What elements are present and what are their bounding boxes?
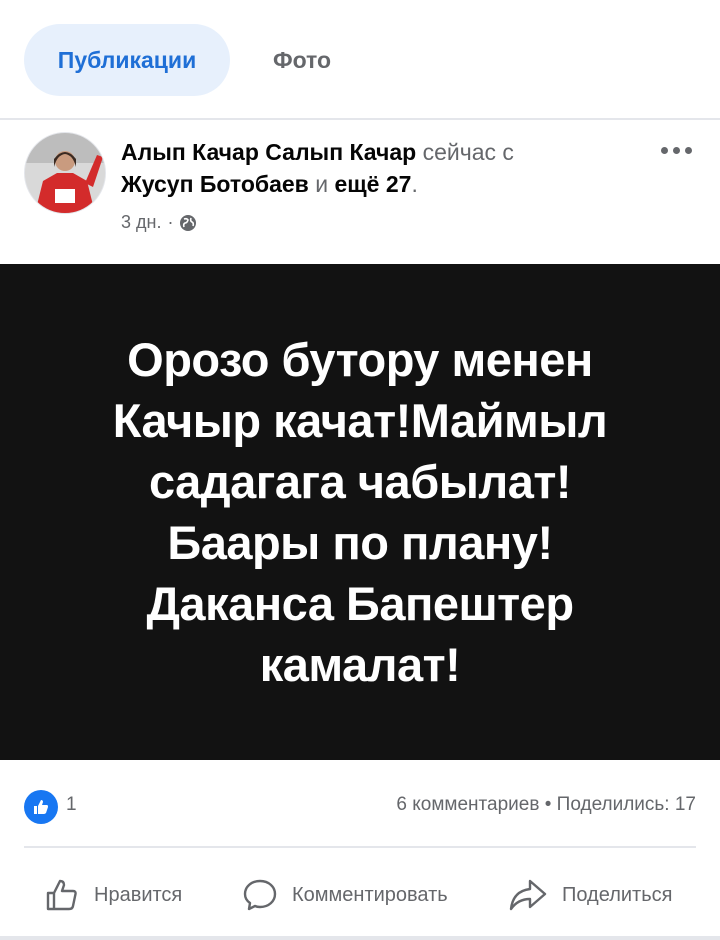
- divider: [24, 846, 696, 848]
- post-header: Алып Качар Салып Качар сейчас с Жусуп Бо…: [121, 136, 621, 200]
- post-actions: Нравится Комментировать Поделиться: [0, 860, 720, 930]
- share-button[interactable]: Поделиться: [508, 860, 672, 930]
- post-stats: 1 6 комментариев • Поделились: 17: [0, 780, 720, 832]
- image-text-line: Баары по плану!: [167, 516, 553, 569]
- author-name[interactable]: Алып Качар Салып Качар: [121, 139, 416, 165]
- post-time[interactable]: 3 дн.: [121, 212, 161, 233]
- tagged-person[interactable]: Жусуп Ботобаев: [121, 171, 309, 197]
- comment-label: Комментировать: [292, 883, 448, 906]
- image-text-line: камалат!: [259, 638, 461, 691]
- post-meta: 3 дн. ·: [121, 212, 197, 233]
- thumbs-up-outline-icon: [46, 879, 77, 911]
- divider: [0, 936, 720, 940]
- comments-shares: 6 комментариев • Поделились: 17: [396, 794, 696, 816]
- and-text: и: [315, 171, 329, 197]
- comment-button[interactable]: Комментировать: [242, 860, 448, 930]
- share-arrow-icon: [509, 879, 547, 911]
- like-label: Нравится: [94, 883, 183, 906]
- comment-bubble-icon: [243, 879, 277, 911]
- tagged-others[interactable]: ещё 27: [334, 171, 411, 197]
- globe-icon: [180, 214, 197, 231]
- period: .: [411, 171, 418, 197]
- comments-count[interactable]: 6 комментариев: [396, 794, 539, 815]
- image-text-line: Орозо бутору менен: [127, 333, 593, 386]
- with-text: сейчас с: [422, 139, 514, 165]
- dot: [660, 146, 668, 154]
- avatar[interactable]: [24, 132, 106, 214]
- post-image[interactable]: Орозо бутору менен Качыр качат!Маймыл са…: [0, 264, 720, 760]
- like-button[interactable]: Нравится: [44, 860, 182, 930]
- dot: [684, 146, 692, 154]
- stats-separator: •: [544, 794, 552, 815]
- image-text-line: Даканса Бапештер: [146, 577, 574, 630]
- like-reaction-icon[interactable]: [24, 790, 58, 824]
- like-count[interactable]: 1: [66, 794, 77, 816]
- divider: [0, 118, 720, 120]
- tab-publications[interactable]: Публикации: [24, 24, 230, 96]
- thumbs-up-icon: [34, 800, 48, 814]
- image-text-line: садагага чабылат!: [148, 455, 572, 508]
- share-label: Поделиться: [562, 883, 673, 906]
- more-options-button[interactable]: [652, 138, 700, 162]
- post-image-text: Орозо бутору менен Качыр качат!Маймыл са…: [40, 329, 680, 695]
- image-text-line: Качыр качат!Маймыл: [112, 394, 608, 447]
- shares-count[interactable]: Поделились: 17: [557, 794, 696, 815]
- profile-tabs: Публикации Фото: [0, 0, 720, 118]
- meta-separator: ·: [167, 212, 174, 232]
- tab-photos[interactable]: Фото: [254, 24, 350, 96]
- dot: [672, 146, 680, 154]
- avatar-image: [25, 133, 105, 213]
